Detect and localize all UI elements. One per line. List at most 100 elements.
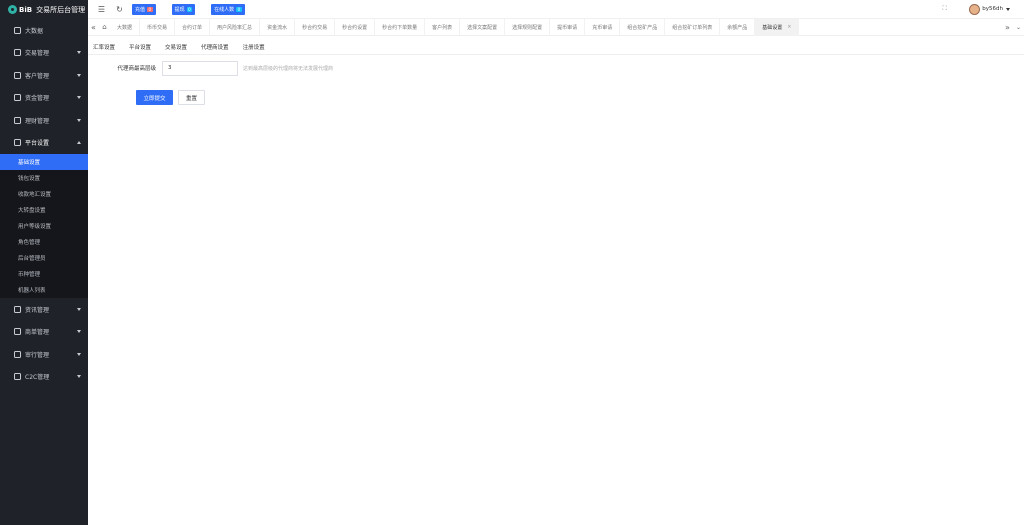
c2c-icon — [14, 373, 21, 381]
users-icon — [14, 71, 21, 79]
sidebar-item-label: 平台设置 — [25, 140, 50, 148]
logo-icon — [8, 5, 17, 14]
chevron-down-icon — [77, 96, 81, 99]
submit-button[interactable]: 立即提交 — [136, 90, 173, 105]
tabs-scroll-left-icon[interactable]: « — [88, 23, 99, 32]
withdraw-count-badge: 0 — [186, 6, 193, 12]
tab-fund-flow[interactable]: 资金流水 — [260, 18, 296, 36]
agent-level-row: 代理商最高层级 3 达到最高层级的代理商将无法发展代理商 — [88, 60, 1024, 76]
tab-mining-products[interactable]: 组合挖矿产品 — [620, 18, 666, 36]
home-icon[interactable]: ⌂ — [99, 23, 110, 31]
form-actions: 立即提交 重置 — [136, 90, 1024, 105]
online-users-button[interactable]: 在线人数 0 — [211, 3, 245, 15]
app-title: 交易所后台管理 — [36, 5, 86, 14]
sidebar-submenu: 基础设置 钱包设置 收款地汇设置 大转盘设置 用户等级设置 角色管理 后台管理员… — [0, 154, 88, 298]
tab-deposit-requests[interactable]: 充币审请 — [585, 18, 621, 36]
withdraw-button[interactable]: 提现 0 — [171, 3, 196, 15]
sidebar-item-funds[interactable]: 资金管理 — [0, 87, 88, 110]
sidebar-item-tools[interactable]: 审行管理 — [0, 343, 88, 366]
tab-mining-orders[interactable]: 组合挖矿订单列表 — [665, 18, 721, 36]
recharge-button[interactable]: 充值 0 — [132, 3, 156, 15]
sidebar-subitem-user-level[interactable]: 用户等级设置 — [0, 218, 88, 234]
refresh-icon[interactable]: ↻ — [115, 5, 124, 14]
dashboard-icon — [14, 26, 21, 34]
sidebar-item-label: 审行管理 — [25, 351, 50, 359]
sidebar-subitem-wallet-settings[interactable]: 钱包设置 — [0, 170, 88, 186]
sidebar-item-c2c[interactable]: C2C管理 — [0, 366, 88, 389]
sidebar: BiB 交易所后台管理 大数据 交易管理 客户管理 资金管理 理财管理 平台设置… — [0, 0, 88, 525]
sidebar-item-trade[interactable]: 交易管理 — [0, 42, 88, 65]
sidebar-subitem-roles[interactable]: 角色管理 — [0, 234, 88, 250]
sidebar-item-label: 大数据 — [25, 27, 44, 35]
exchange-icon — [14, 49, 21, 57]
agent-settings-form: 代理商最高层级 3 达到最高层级的代理商将无法发展代理商 立即提交 重置 — [88, 60, 1024, 105]
close-icon[interactable]: × — [787, 24, 791, 30]
tab-label: 基础设置 — [762, 24, 783, 31]
tab-customer-list[interactable]: 客户列表 — [425, 18, 461, 36]
reset-button[interactable]: 重置 — [178, 90, 205, 105]
username[interactable]: by56dh — [982, 6, 1003, 12]
logo-text: BiB — [19, 5, 33, 14]
subtab-trade[interactable]: 交易设置 — [165, 39, 187, 55]
settings-icon — [14, 139, 21, 147]
tab-dashboard[interactable]: 大数据 — [110, 18, 141, 36]
chevron-down-icon — [77, 307, 81, 311]
chevron-down-icon — [77, 118, 81, 122]
tab-contract-orders[interactable]: 合约订单 — [175, 18, 211, 36]
recharge-label: 充值 — [135, 6, 146, 13]
avatar[interactable] — [969, 3, 981, 15]
subtab-agent[interactable]: 代理商设置 — [201, 39, 229, 55]
chevron-up-icon — [77, 141, 81, 144]
news-icon — [14, 305, 21, 313]
tab-withdraw-requests[interactable]: 提币审请 — [550, 18, 586, 36]
menu-toggle-icon[interactable]: ☰ — [97, 5, 106, 14]
sidebar-subitem-currencies[interactable]: 币种管理 — [0, 266, 88, 282]
sidebar-subitem-admins[interactable]: 后台管理员 — [0, 250, 88, 266]
agent-level-hint: 达到最高层级的代理商将无法发展代理商 — [243, 65, 334, 72]
sidebar-item-label: 理财管理 — [25, 117, 50, 125]
tab-option-copy[interactable]: 选择文案配置 — [460, 18, 506, 36]
subtab-exchange-rate[interactable]: 汇率设置 — [93, 39, 115, 55]
tab-basic-settings[interactable]: 基础设置 × — [755, 18, 800, 36]
tab-second-contract-orders[interactable]: 秒合约下单数量 — [375, 18, 426, 36]
tab-option-rules[interactable]: 选择规则配置 — [505, 18, 551, 36]
sidebar-item-label: 资金管理 — [25, 95, 50, 103]
sidebar-item-label: 资讯管理 — [25, 306, 50, 314]
sidebar-item-orders[interactable]: 商单管理 — [0, 321, 88, 344]
sidebar-subitem-basic-settings[interactable]: 基础设置 — [0, 154, 88, 170]
sidebar-item-finance[interactable]: 理财管理 — [0, 109, 88, 132]
sidebar-item-label: 交易管理 — [25, 50, 50, 58]
tabs-scroll-right-icon[interactable]: » — [1002, 23, 1013, 32]
tab-spot-trade[interactable]: 币币交易 — [140, 18, 176, 36]
fullscreen-icon[interactable]: ⛶ — [940, 5, 949, 14]
tab-second-contract-trade[interactable]: 秒合约交易 — [295, 18, 336, 36]
agent-level-label: 代理商最高层级 — [117, 66, 156, 72]
sidebar-item-news[interactable]: 资讯管理 — [0, 298, 88, 321]
chevron-down-icon — [77, 375, 81, 378]
sidebar-item-dashboard[interactable]: 大数据 — [0, 19, 88, 42]
settings-subtabs: 汇率设置 平台设置 交易设置 代理商设置 注册设置 — [88, 39, 1024, 55]
page-tabs: « ⌂ 大数据 币币交易 合约订单 用户风险率汇总 资金流水 秒合约交易 秒合约… — [88, 18, 1024, 36]
sidebar-subitem-wheel-settings[interactable]: 大转盘设置 — [0, 202, 88, 218]
sidebar-item-label: C2C管理 — [25, 374, 50, 382]
subtab-platform[interactable]: 平台设置 — [129, 39, 151, 55]
app-logo: BiB 交易所后台管理 — [0, 0, 88, 19]
tab-balance-products[interactable]: 余额产品 — [720, 18, 756, 36]
sidebar-subitem-payment-settings[interactable]: 收款地汇设置 — [0, 186, 88, 202]
subtab-register[interactable]: 注册设置 — [243, 39, 265, 55]
piggy-bank-icon — [14, 116, 21, 124]
top-bar: ☰ ↻ 充值 0 提现 0 在线人数 0 ⛶ by56dh — [88, 0, 1024, 19]
sidebar-item-customers[interactable]: 客户管理 — [0, 64, 88, 87]
sidebar-item-platform-settings[interactable]: 平台设置 — [0, 132, 88, 155]
agent-level-input[interactable]: 3 — [162, 60, 238, 76]
withdraw-label: 提现 — [174, 6, 185, 13]
chevron-down-icon[interactable]: ⌄ — [1013, 24, 1024, 31]
chevron-down-icon[interactable] — [1006, 7, 1010, 11]
online-users-label: 在线人数 — [214, 6, 235, 13]
online-users-badge: 0 — [236, 6, 242, 12]
sidebar-subitem-robots[interactable]: 机器人列表 — [0, 282, 88, 298]
chevron-down-icon — [77, 330, 81, 333]
tab-risk-summary[interactable]: 用户风险率汇总 — [210, 18, 261, 36]
tab-second-contract-settings[interactable]: 秒合约设置 — [335, 18, 376, 36]
chevron-down-icon — [77, 73, 81, 77]
